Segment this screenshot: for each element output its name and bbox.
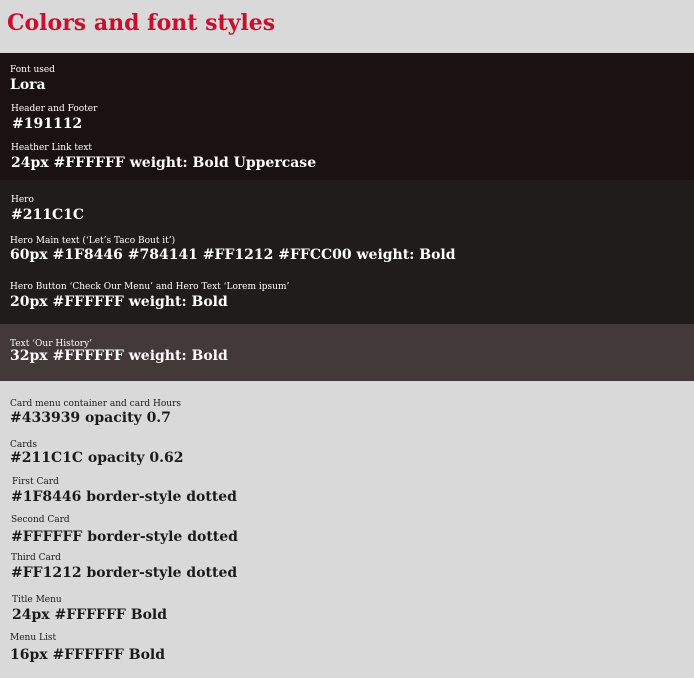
section-cards: Card menu container and card Hours #4339…	[0, 381, 694, 678]
title-menu-label: Title Menu	[12, 595, 62, 605]
header-footer-value: #191112	[12, 116, 83, 132]
hero-main-text-label: Hero Main text (‘Let’s Taco Bout it’)	[10, 236, 176, 246]
hero-value: #211C1C	[11, 207, 84, 223]
hero-label: Hero	[11, 195, 34, 205]
hero-button-label: Hero Button ‘Check Our Menu’ and Hero Te…	[10, 282, 290, 292]
section-header-footer: Font used Lora Header and Footer #191112…	[0, 53, 694, 180]
third-card-label: Third Card	[11, 553, 61, 563]
hero-button-value: 20px #FFFFFF weight: Bold	[10, 294, 228, 310]
menu-list-label: Menu List	[10, 633, 57, 643]
header-link-text-label: Heather Link text	[11, 143, 93, 153]
font-used-value: Lora	[10, 77, 46, 93]
section-hero: Hero #211C1C Hero Main text (‘Let’s Taco…	[0, 180, 694, 324]
title-menu-value: 24px #FFFFFF Bold	[12, 607, 168, 623]
second-card-value: #FFFFFF border-style dotted	[11, 529, 238, 545]
header-link-text-value: 24px #FFFFFF weight: Bold Uppercase	[11, 155, 317, 171]
page-title: Colors and font styles	[7, 10, 276, 36]
cards-value: #211C1C opacity 0.62	[10, 450, 184, 466]
hero-main-text-value: 60px #1F8446 #784141 #FF1212 #FFCC00 wei…	[10, 247, 456, 263]
first-card-value: #1F8446 border-style dotted	[11, 489, 237, 505]
font-used-label: Font used	[10, 65, 55, 75]
menu-list-value: 16px #FFFFFF Bold	[10, 647, 166, 663]
first-card-label: First Card	[12, 477, 59, 487]
card-menu-container-value: #433939 opacity 0.7	[10, 410, 171, 426]
header-footer-label: Header and Footer	[11, 104, 98, 114]
card-menu-container-label: Card menu container and card Hours	[10, 399, 181, 409]
second-card-label: Second Card	[11, 515, 70, 525]
section-history: Text ‘Our History’ 32px #FFFFFF weight: …	[0, 324, 694, 381]
cards-label: Cards	[10, 440, 37, 450]
history-value: 32px #FFFFFF weight: Bold	[10, 348, 228, 364]
third-card-value: #FF1212 border-style dotted	[11, 565, 238, 581]
